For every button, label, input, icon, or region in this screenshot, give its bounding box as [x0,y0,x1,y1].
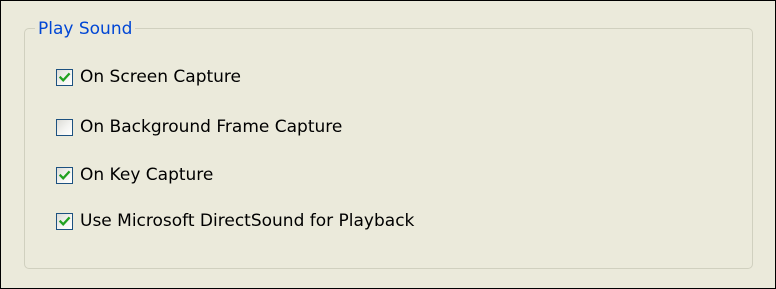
on-screen-capture-checkbox[interactable] [56,68,73,86]
use-directsound-playback-label: Use Microsoft DirectSound for Playback [80,211,415,231]
on-background-frame-capture-checkbox[interactable] [56,118,73,136]
use-directsound-playback-checkbox[interactable] [56,212,73,230]
check-icon [58,72,71,82]
groupbox-title: Play Sound [35,18,136,40]
check-icon [58,170,71,180]
on-key-capture-checkbox[interactable] [56,166,73,184]
option-on-background-frame-capture[interactable]: On Background Frame Capture [56,115,342,139]
option-use-directsound-playback[interactable]: Use Microsoft DirectSound for Playback [56,209,414,233]
option-on-key-capture[interactable]: On Key Capture [56,163,213,187]
option-on-screen-capture[interactable]: On Screen Capture [56,65,241,89]
check-icon [58,216,71,226]
on-background-frame-capture-label: On Background Frame Capture [80,117,343,137]
on-key-capture-label: On Key Capture [80,165,214,185]
on-screen-capture-label: On Screen Capture [80,67,242,87]
options-panel: Play Sound On Screen Capture On Backgrou… [0,0,776,289]
